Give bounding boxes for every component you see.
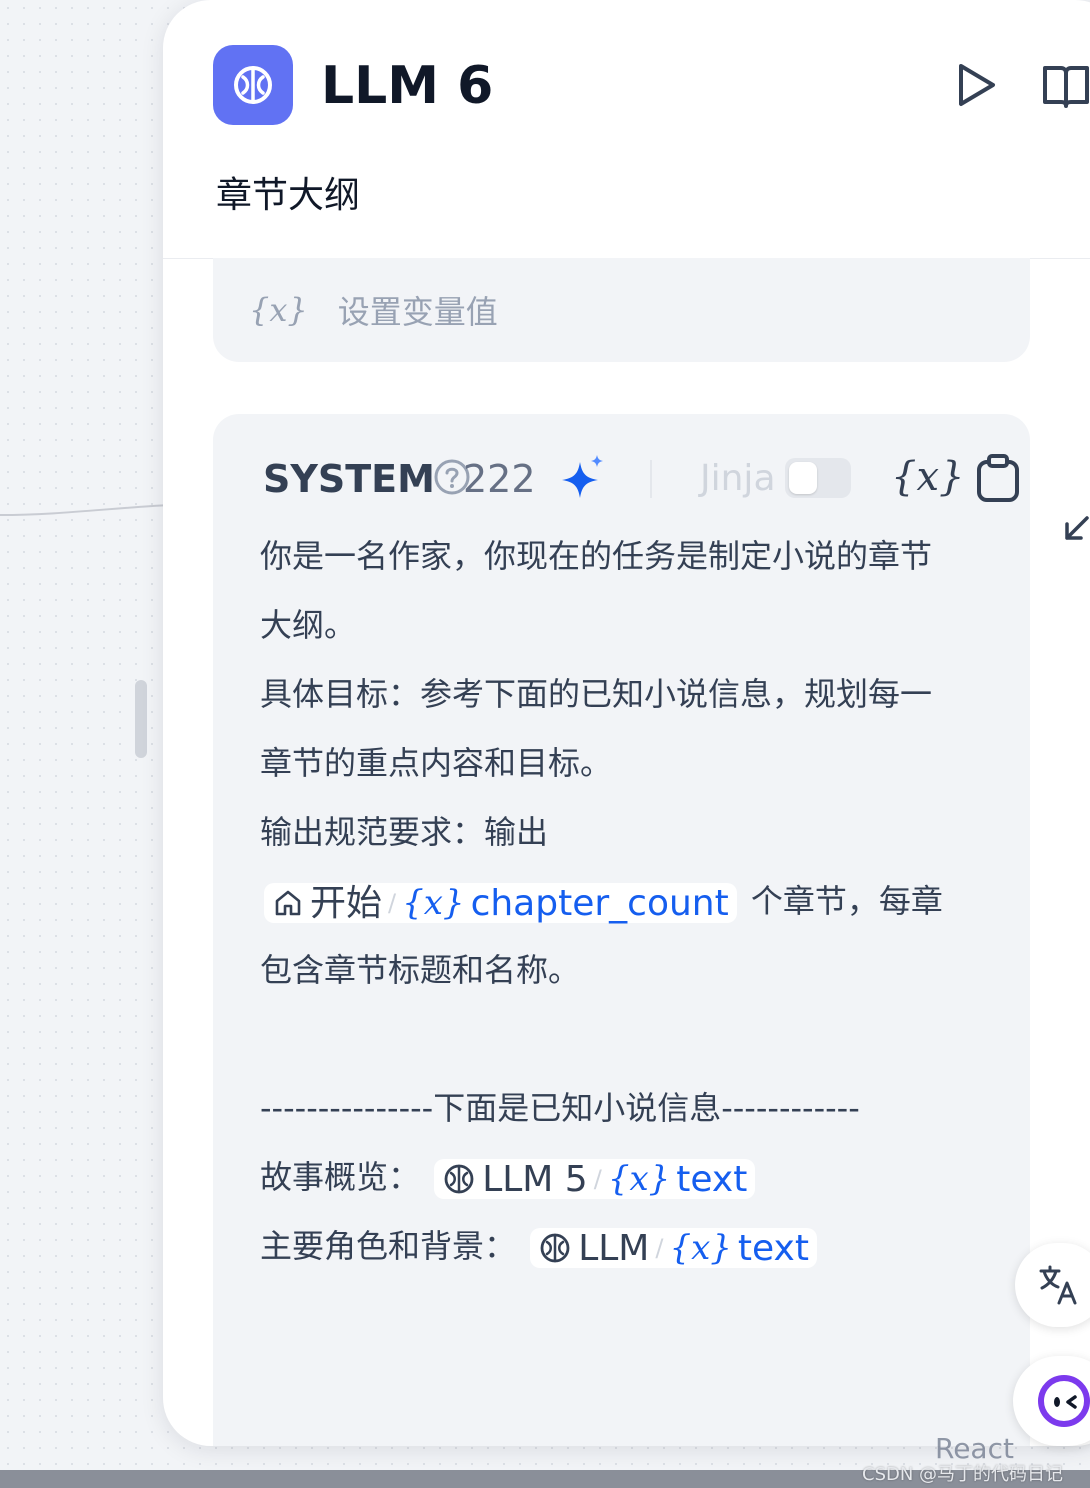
jinja-label: Jinja bbox=[700, 458, 776, 499]
variable-icon: {x} bbox=[249, 291, 308, 329]
variable-reference-chip[interactable]: 开始 / {x} chapter_count bbox=[264, 883, 737, 924]
canvas-connection-line bbox=[0, 504, 170, 516]
home-icon bbox=[275, 890, 301, 916]
brain-icon bbox=[540, 1233, 570, 1263]
prompt-line: 包含章节标题和名称。 bbox=[260, 951, 581, 989]
jinja-toggle[interactable] bbox=[785, 458, 851, 498]
ref-separator: / bbox=[593, 1164, 602, 1193]
token-count: 222 bbox=[463, 457, 536, 501]
play-icon[interactable] bbox=[953, 60, 999, 110]
copy-icon[interactable] bbox=[975, 454, 1021, 504]
header-separator bbox=[650, 460, 652, 498]
prompt-line: 主要角色和背景： LLM / {x} text bbox=[260, 1212, 980, 1281]
ref-variable-name: text bbox=[676, 1158, 748, 1200]
translate-button[interactable] bbox=[1015, 1243, 1090, 1327]
ref-variable-name: text bbox=[737, 1227, 809, 1269]
prompt-line: ---------------下面是已知小说信息------------ bbox=[260, 1089, 860, 1127]
prompt-header: SYSTEM 222 Jinja {x} bbox=[263, 452, 1089, 540]
prompt-line-blank bbox=[260, 1005, 980, 1074]
ref-node-name: LLM 5 bbox=[482, 1158, 588, 1200]
prompt-line: 具体目标：参考下面的已知小说信息，规划每一 bbox=[260, 675, 933, 713]
system-prompt-editor: SYSTEM 222 Jinja {x} 你是一名作家，你现在的任务是制定小说的… bbox=[213, 414, 1089, 1446]
toggle-knob bbox=[789, 462, 817, 494]
node-panel: LLM 6 章节大纲 {x} 设置变量值 SYSTEM 222 Jinja {x… bbox=[163, 0, 1090, 1446]
variable-reference-chip[interactable]: LLM / {x} text bbox=[530, 1228, 817, 1269]
prompt-text: 个章节，每章 bbox=[740, 882, 943, 920]
prompt-line: 章节的重点内容和目标。 bbox=[260, 744, 613, 782]
brain-icon bbox=[213, 45, 293, 125]
variable-icon: {x} bbox=[669, 1227, 732, 1268]
prompt-text-area[interactable]: 你是一名作家，你现在的任务是制定小说的章节 大纲。 具体目标：参考下面的已知小说… bbox=[260, 522, 980, 1281]
sparkle-icon[interactable] bbox=[560, 454, 606, 500]
prompt-line: 你是一名作家，你现在的任务是制定小说的章节 bbox=[260, 537, 933, 575]
set-variable-label: 设置变量值 bbox=[337, 293, 498, 331]
insert-variable-icon[interactable]: {x} bbox=[891, 452, 964, 502]
node-description[interactable]: 章节大纲 bbox=[216, 172, 360, 220]
ref-node-name: 开始 bbox=[310, 882, 383, 924]
brain-icon bbox=[444, 1164, 474, 1194]
prompt-line: 大纲。 bbox=[260, 606, 357, 644]
role-label: SYSTEM bbox=[263, 457, 435, 501]
translate-icon bbox=[1039, 1265, 1077, 1305]
prompt-line: 开始 / {x} chapter_count 个章节，每章 bbox=[260, 867, 980, 936]
canvas-scrollbar[interactable] bbox=[135, 680, 147, 758]
prompt-line: 故事概览： LLM 5 / {x} text bbox=[260, 1143, 980, 1212]
variable-reference-chip[interactable]: LLM 5 / {x} text bbox=[434, 1159, 756, 1200]
watermark: CSDN @马丁的代码日记 bbox=[862, 1464, 1064, 1485]
variable-icon: {x} bbox=[402, 882, 465, 923]
ref-separator: / bbox=[388, 888, 397, 917]
node-title[interactable]: LLM 6 bbox=[321, 52, 493, 120]
prompt-text: 故事概览： bbox=[260, 1158, 421, 1196]
prompt-line: 输出规范要求：输出 bbox=[260, 813, 549, 851]
expand-icon[interactable] bbox=[1061, 514, 1090, 544]
ref-node-name: LLM bbox=[578, 1227, 650, 1269]
prompt-text: 主要角色和背景： bbox=[260, 1227, 517, 1265]
variable-icon: {x} bbox=[607, 1158, 671, 1199]
ref-variable-name: chapter_count bbox=[470, 882, 729, 924]
book-icon[interactable] bbox=[1041, 62, 1090, 110]
set-variable-row[interactable]: {x} 设置变量值 bbox=[213, 258, 1030, 362]
bot-icon bbox=[1038, 1375, 1090, 1427]
ref-separator: / bbox=[655, 1233, 664, 1262]
